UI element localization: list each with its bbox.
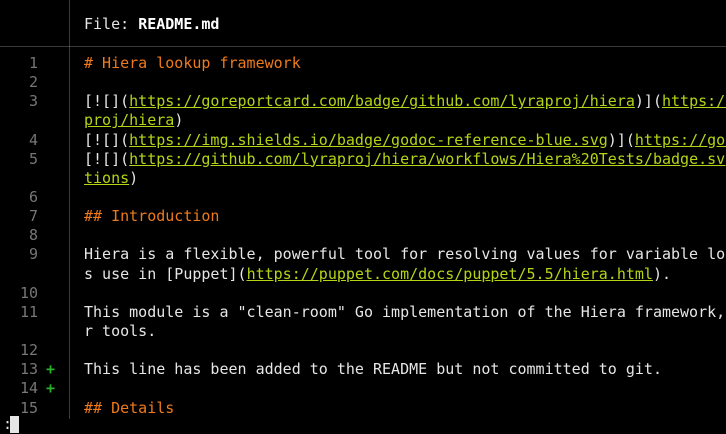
line-number: 1 <box>28 54 38 72</box>
code-line: 6 <box>0 188 726 207</box>
line-number: 6 <box>28 187 38 206</box>
code-line: 5 [![](https://github.com/lyraproj/hiera/… <box>0 150 726 169</box>
line-text: ) <box>174 111 184 130</box>
line-number: 10 <box>19 283 38 302</box>
line-number: 14 <box>19 379 38 398</box>
line-number: 9 <box>28 245 38 264</box>
line-number: 11 <box>19 302 38 321</box>
added-line-marker: + <box>46 379 56 398</box>
code-line: 13 + This line has been added to the READM… <box>0 360 726 379</box>
link-url[interactable]: tions <box>84 169 129 187</box>
link-url[interactable]: https://godoc.org/github.com/lyraproj/hi… <box>635 131 726 149</box>
line-number: 13 <box>19 360 38 379</box>
file-header: File: README.md <box>0 0 726 46</box>
code-line: proj/hiera) <box>0 111 726 130</box>
file-name: README.md <box>138 15 220 33</box>
line-number: 8 <box>28 226 38 245</box>
link-url[interactable]: https://github.com/lyraproj/hiera/workfl… <box>129 150 726 168</box>
line-number: 12 <box>19 341 38 360</box>
link-url[interactable]: https://img.shields.io/badge/godoc-refer… <box>129 131 608 149</box>
line-text: r tools. <box>84 321 157 340</box>
line-content: ## Details <box>84 399 726 416</box>
code-line: 11 This module is a "clean-room" Go imple… <box>0 303 726 322</box>
line-content: This line has been added to the README b… <box>84 360 726 379</box>
code-line: s use in [Puppet](https://puppet.com/doc… <box>0 265 726 284</box>
line-content: r tools. <box>84 322 726 341</box>
code-line: 4 [![](https://img.shields.io/badge/godoc… <box>0 131 726 150</box>
code-line: 8 <box>0 226 726 245</box>
line-text: )]( <box>607 130 635 149</box>
code-line: 9 Hiera is a flexible, powerful tool for … <box>0 245 726 264</box>
line-content: proj/hiera) <box>84 111 726 130</box>
code-line: 1 # Hiera lookup framework <box>0 54 726 73</box>
line-text: [![]( <box>84 149 130 168</box>
line-content: [![](https://img.shields.io/badge/godoc-… <box>84 131 726 150</box>
line-text: s use in [Puppet]( <box>84 264 247 283</box>
text-cursor <box>10 416 19 433</box>
code-line: r tools. <box>0 322 726 341</box>
line-content: ## Introduction <box>84 207 726 226</box>
markdown-heading: ## Details <box>84 398 175 416</box>
file-content[interactable]: 1 # Hiera lookup framework 2 3 [![](https://… <box>0 54 726 416</box>
line-content: [![](https://goreportcard.com/badge/gith… <box>84 92 726 111</box>
line-text: This line has been added to the README b… <box>84 360 662 379</box>
file-label: File: <box>84 15 139 33</box>
line-text: )]( <box>634 92 662 111</box>
line-text: [![]( <box>84 130 130 149</box>
line-content: # Hiera lookup framework <box>84 54 726 73</box>
line-number: 15 <box>19 398 38 416</box>
line-number: 5 <box>28 149 38 168</box>
header-divider <box>0 46 726 47</box>
code-line: 7 ## Introduction <box>0 207 726 226</box>
line-content: Hiera is a flexible, powerful tool for r… <box>84 245 726 264</box>
line-content: s use in [Puppet](https://puppet.com/doc… <box>84 265 726 284</box>
line-content: [![](https://github.com/lyraproj/hiera/w… <box>84 150 726 169</box>
code-line: 15 ## Details <box>0 399 726 416</box>
line-number: 3 <box>28 92 38 111</box>
file-title: File: README.md <box>84 14 219 34</box>
markdown-heading: ## Introduction <box>84 207 220 226</box>
code-line: 14 + <box>0 379 726 398</box>
markdown-heading: # Hiera lookup framework <box>84 54 301 72</box>
line-content: This module is a "clean-room" Go impleme… <box>84 303 726 322</box>
line-number: 7 <box>28 207 38 226</box>
link-url[interactable]: https://goreportcard.com/report/github.c… <box>662 92 726 110</box>
code-line: 2 <box>0 73 726 92</box>
code-line: tions) <box>0 169 726 188</box>
header-gutter-divider <box>69 0 70 46</box>
code-line: 3 [![](https://goreportcard.com/badge/git… <box>0 92 726 111</box>
line-number: 2 <box>28 73 38 92</box>
line-text: [![]( <box>84 92 130 111</box>
line-number: 4 <box>28 130 38 149</box>
line-text: Hiera is a flexible, powerful tool for r… <box>84 245 726 264</box>
code-line: 10 <box>0 284 726 303</box>
line-text: ). <box>652 264 672 283</box>
line-text: ) <box>129 168 139 187</box>
link-url[interactable]: https://goreportcard.com/badge/github.co… <box>129 92 635 110</box>
line-content: tions) <box>84 169 726 188</box>
code-line: 12 <box>0 341 726 360</box>
pager-prompt-bar[interactable]: : <box>0 415 726 434</box>
link-url[interactable]: https://puppet.com/docs/puppet/5.5/hiera… <box>247 265 653 283</box>
line-text: This module is a "clean-room" Go impleme… <box>84 302 726 321</box>
added-line-marker: + <box>46 360 56 379</box>
link-url[interactable]: proj/hiera <box>84 111 174 129</box>
